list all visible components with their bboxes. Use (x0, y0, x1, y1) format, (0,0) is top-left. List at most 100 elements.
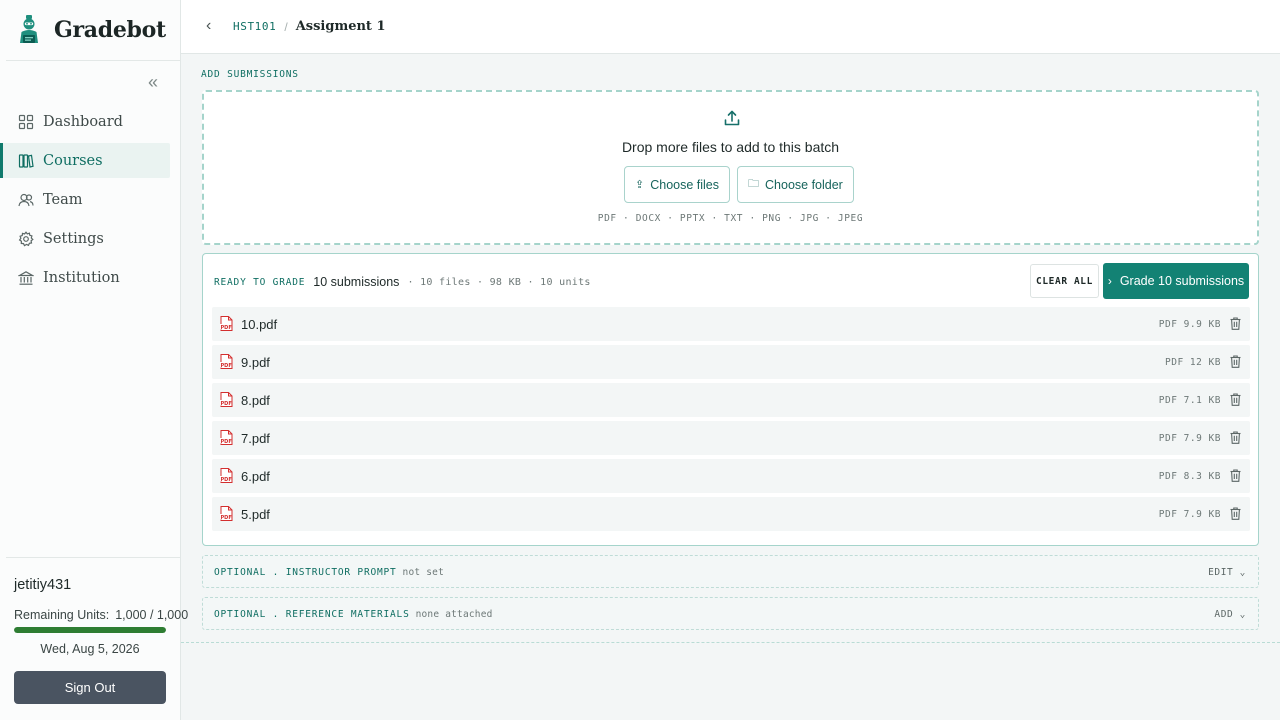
chevron-down-icon: ⌄ (1239, 567, 1246, 578)
svg-text:PDF: PDF (221, 515, 232, 521)
choose-folder-button[interactable]: 🗀 Choose folder (737, 166, 854, 203)
upload-icon: ⇪ (635, 179, 645, 191)
current-date: Wed, Aug 5, 2026 (40, 642, 140, 656)
trash-icon[interactable] (1230, 431, 1241, 444)
sidebar-item-settings[interactable]: Settings (2, 221, 170, 256)
breadcrumb: HST101 / Assigment 1 (233, 19, 386, 34)
instructor-prompt-status: not set (402, 567, 444, 578)
file-name: 9.pdf (241, 355, 270, 370)
pdf-file-icon: PDF (220, 468, 233, 483)
sidebar-item-label: Courses (43, 152, 103, 169)
folder-icon: 🗀 (748, 178, 760, 190)
file-row[interactable]: PDF 5.pdf PDF 7.9 KB (212, 497, 1250, 531)
file-row[interactable]: PDF 6.pdf PDF 8.3 KB (212, 459, 1250, 493)
upload-icon (724, 110, 740, 126)
remaining-units: Remaining Units: 1,000 / 1,000 (14, 608, 188, 622)
upload-buttons: ⇪ Choose files 🗀 Choose folder (624, 166, 861, 203)
file-name: 6.pdf (241, 469, 270, 484)
sidebar-item-institution[interactable]: Institution (2, 260, 170, 295)
breadcrumb-separator: / (284, 19, 288, 34)
clear-all-button[interactable]: CLEAR ALL (1030, 264, 1099, 298)
svg-text:PDF: PDF (221, 477, 232, 483)
pdf-file-icon: PDF (220, 316, 233, 331)
sidebar-item-dashboard[interactable]: Dashboard (2, 104, 170, 139)
supported-formats: PDF · DOCX · PPTX · TXT · PNG · JPG · JP… (597, 213, 864, 224)
chevron-down-icon: ⌄ (1239, 609, 1246, 620)
back-button[interactable]: ‹ (206, 17, 211, 35)
sidebar-item-courses[interactable]: Courses (0, 143, 170, 178)
collapse-sidebar-button[interactable]: « (148, 73, 166, 92)
file-meta: PDF 12 KB (1165, 357, 1221, 368)
sign-out-button[interactable]: Sign Out (14, 671, 166, 704)
instructor-prompt-title: OPTIONAL . INSTRUCTOR PROMPT not set (214, 567, 444, 578)
file-meta: PDF 7.1 KB (1158, 395, 1221, 406)
file-meta: PDF 8.3 KB (1158, 471, 1221, 482)
file-row[interactable]: PDF 9.pdf PDF 12 KB (212, 345, 1250, 379)
pdf-file-icon: PDF (220, 354, 233, 369)
sidebar-item-label: Settings (43, 230, 104, 247)
file-name: 5.pdf (241, 507, 270, 522)
sidebar-divider (6, 557, 180, 558)
file-name: 10.pdf (241, 317, 278, 332)
section-title: OPTIONAL . INSTRUCTOR PROMPT (214, 567, 397, 578)
submission-count: 10 submissions (313, 275, 400, 289)
reference-materials-section[interactable]: OPTIONAL . REFERENCE MATERIALS none attac… (202, 597, 1259, 630)
ready-to-grade-panel: READY TO GRADE 10 submissions · 10 files… (202, 253, 1259, 546)
action-label: EDIT (1208, 567, 1234, 578)
trash-icon[interactable] (1230, 393, 1241, 406)
instructor-prompt-section[interactable]: OPTIONAL . INSTRUCTOR PROMPT not set EDIT… (202, 555, 1259, 588)
add-submissions-label: ADD SUBMISSIONS (201, 69, 299, 80)
books-icon (18, 153, 34, 168)
units-label: Remaining Units: (14, 608, 110, 622)
trash-icon[interactable] (1230, 469, 1241, 482)
pdf-file-icon: PDF (220, 392, 233, 407)
app-logo[interactable]: Gradebot (18, 14, 166, 46)
units-progress-bar (14, 627, 166, 633)
reference-materials-title: OPTIONAL . REFERENCE MATERIALS none attac… (214, 609, 493, 620)
section-title: OPTIONAL . REFERENCE MATERIALS (214, 609, 410, 620)
trash-icon[interactable] (1230, 317, 1241, 330)
file-row[interactable]: PDF 8.pdf PDF 7.1 KB (212, 383, 1250, 417)
sidebar: Gradebot « Dashboard Courses Team Settin… (0, 0, 188, 720)
bank-icon (18, 270, 34, 285)
users-icon (18, 193, 34, 206)
top-header: ‹ HST101 / Assigment 1 (181, 0, 1280, 54)
sidebar-divider (6, 60, 180, 61)
grade-button-label: Grade 10 submissions (1119, 274, 1245, 288)
page-title: Assigment 1 (295, 19, 386, 34)
gear-icon (18, 230, 34, 246)
ready-header: READY TO GRADE 10 submissions · 10 files… (214, 275, 591, 289)
app-name: Gradebot (54, 17, 166, 43)
file-meta: PDF 9.9 KB (1158, 319, 1221, 330)
action-label: ADD (1214, 609, 1234, 620)
svg-text:PDF: PDF (221, 363, 232, 369)
pdf-file-icon: PDF (220, 430, 233, 445)
pdf-file-icon: PDF (220, 506, 233, 521)
sidebar-item-label: Team (43, 191, 83, 208)
main-content: ADD SUBMISSIONS Drop more files to add t… (181, 54, 1280, 720)
add-materials-button[interactable]: ADD ⌄ (1214, 609, 1246, 620)
file-row[interactable]: PDF 10.pdf PDF 9.9 KB (212, 307, 1250, 341)
trash-icon[interactable] (1230, 507, 1241, 520)
ready-label: READY TO GRADE (214, 276, 306, 288)
batch-summary: · 10 files · 98 KB · 10 units (407, 276, 591, 288)
divider (181, 642, 1280, 643)
file-list: PDF 10.pdf PDF 9.9 KB PDF 9.pdf PDF 12 KB PDF 8… (212, 307, 1250, 535)
sidebar-item-team[interactable]: Team (2, 182, 170, 217)
grid-icon (18, 114, 34, 129)
reference-materials-status: none attached (415, 609, 493, 620)
chevron-right-icon: › (1107, 274, 1112, 288)
trash-icon[interactable] (1230, 355, 1241, 368)
choose-files-button[interactable]: ⇪ Choose files (624, 166, 731, 203)
file-name: 8.pdf (241, 393, 270, 408)
breadcrumb-course[interactable]: HST101 (233, 20, 276, 33)
units-value: 1,000 / 1,000 (115, 608, 189, 622)
edit-prompt-button[interactable]: EDIT ⌄ (1208, 567, 1246, 578)
grade-submissions-button[interactable]: › Grade 10 submissions (1103, 263, 1249, 299)
file-row[interactable]: PDF 7.pdf PDF 7.9 KB (212, 421, 1250, 455)
chevron-left-icon: ‹ (206, 17, 212, 34)
sidebar-item-label: Dashboard (43, 113, 123, 130)
file-dropzone[interactable]: Drop more files to add to this batch ⇪ Ch… (202, 90, 1259, 245)
dropzone-instructions: Drop more files to add to this batch (621, 139, 840, 155)
robot-teacher-logo-icon (20, 15, 38, 43)
